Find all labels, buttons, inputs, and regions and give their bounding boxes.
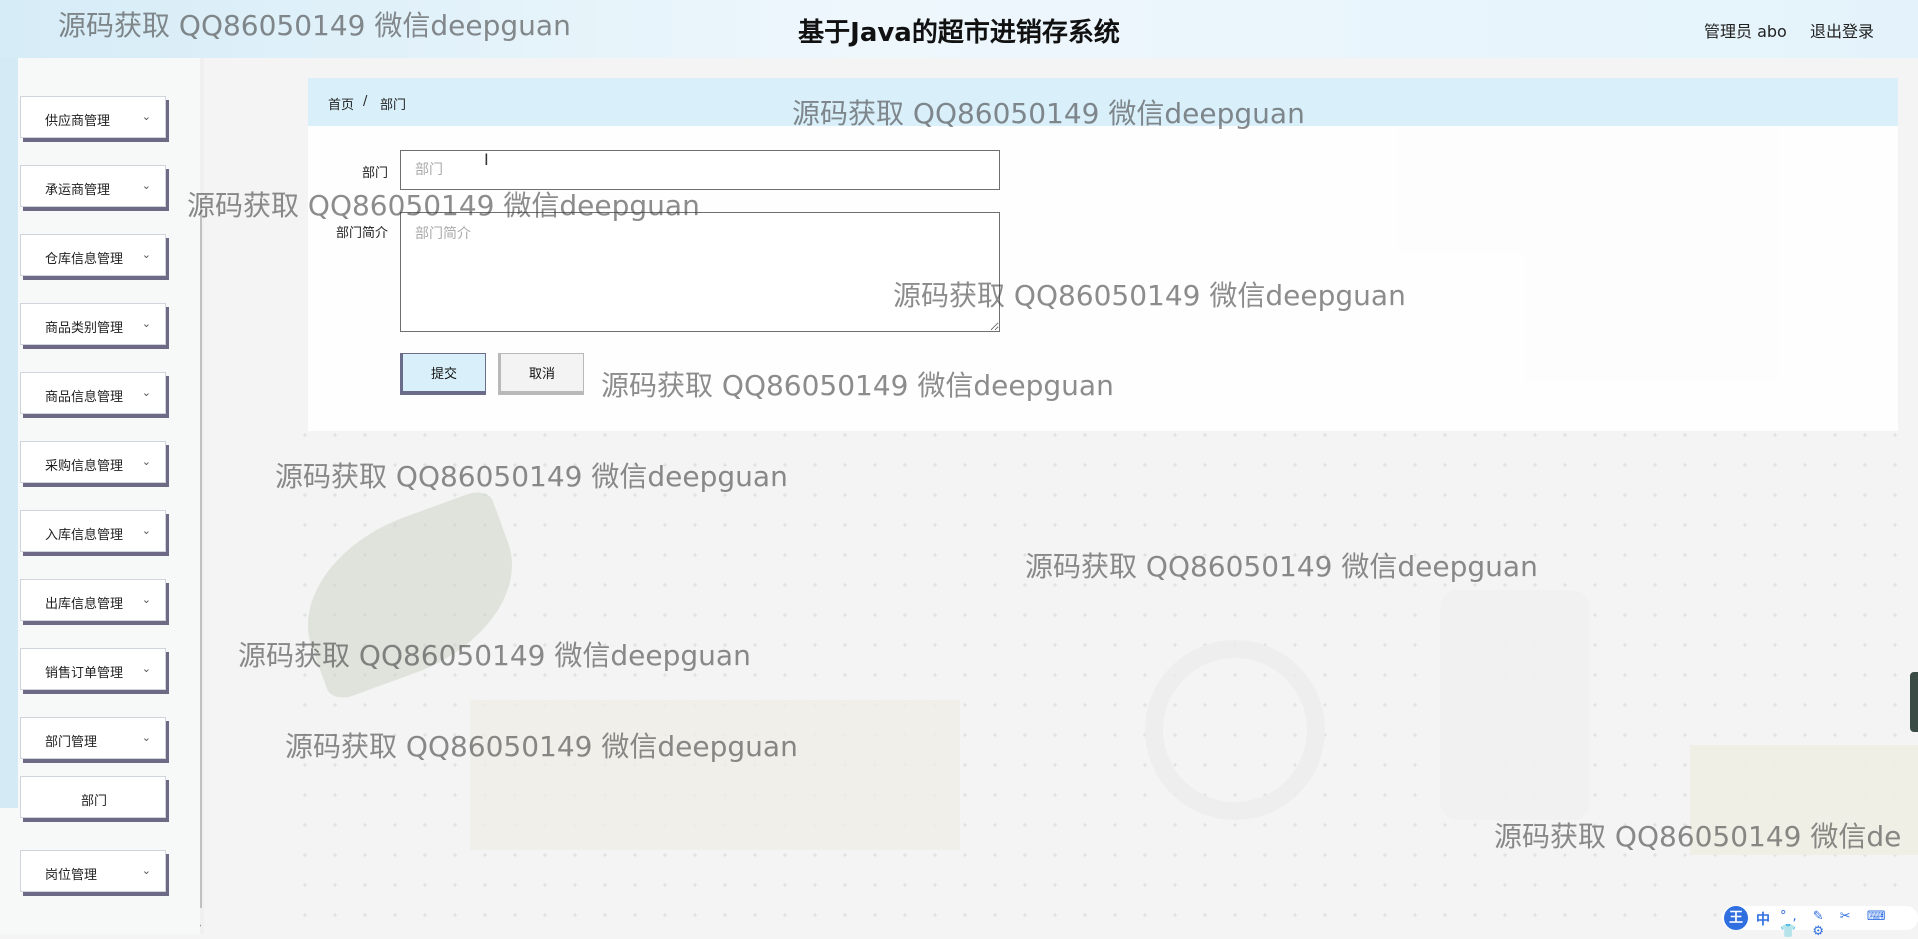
sidebar-item-carrier[interactable]: 承运商管理 ⌄ [20, 165, 166, 207]
sidebar-item-label: 部门管理 [45, 735, 98, 750]
sidebar-accent-strip [0, 58, 18, 808]
top-header: 基于Java的超市进销存系统 管理员 abo 退出登录 [0, 0, 1918, 58]
sidebar-item-supplier[interactable]: 供应商管理 ⌄ [20, 96, 166, 138]
ring-decoration [1145, 640, 1325, 820]
current-user-label: 管理员 abo [1704, 22, 1787, 41]
sidebar-item-warehouse[interactable]: 仓库信息管理 ⌄ [20, 234, 166, 276]
chevron-down-icon: ⌄ [141, 593, 151, 606]
sidebar-item-department-mgmt[interactable]: 部门管理 ⌄ [20, 717, 166, 759]
text-cursor-icon: I [484, 150, 489, 169]
chevron-down-icon: ⌄ [141, 864, 151, 877]
sidebar-item-label: 入库信息管理 [45, 528, 124, 543]
chevron-down-icon: ⌄ [141, 110, 151, 123]
block-decoration [1690, 745, 1918, 855]
breadcrumb-current: 部门 [380, 98, 407, 113]
sidebar-subitem-label: 部门 [80, 794, 107, 809]
sidebar: 供应商管理 ⌄ 承运商管理 ⌄ 仓库信息管理 ⌄ 商品类别管理 ⌄ 商品信息管理… [0, 34, 200, 934]
logout-link[interactable]: 退出登录 [1810, 18, 1874, 42]
breadcrumb: 首页 / 部门 [308, 78, 1898, 126]
ime-toolbar[interactable]: 王 中 °, ✎ ✂ ⌨ 👕 ⚙ [1722, 906, 1918, 939]
sidebar-item-label: 商品类别管理 [45, 321, 124, 336]
sidebar-item-label: 承运商管理 [45, 183, 111, 198]
breadcrumb-home[interactable]: 首页 [328, 94, 354, 113]
sidebar-item-label: 出库信息管理 [45, 597, 124, 612]
department-intro-label: 部门简介 [335, 226, 388, 241]
department-intro-textarea[interactable] [400, 212, 1000, 332]
department-field-label: 部门 [361, 166, 388, 181]
sidebar-item-sales-order[interactable]: 销售订单管理 ⌄ [20, 648, 166, 690]
sidebar-item-label: 岗位管理 [45, 868, 98, 883]
chevron-down-icon: ⌄ [141, 731, 151, 744]
cylinder-decoration [1440, 590, 1590, 820]
chevron-down-icon: ⌄ [141, 662, 151, 675]
sidebar-item-product-info[interactable]: 商品信息管理 ⌄ [20, 372, 166, 414]
sidebar-item-purchase[interactable]: 采购信息管理 ⌄ [20, 441, 166, 483]
ime-logo-icon[interactable]: 王 [1724, 906, 1748, 930]
department-form: 部门 I 部门简介 提交 取消 [308, 126, 1898, 431]
chevron-down-icon: ⌄ [141, 248, 151, 261]
sidebar-item-label: 销售订单管理 [45, 666, 124, 681]
chevron-down-icon: ⌄ [141, 455, 151, 468]
cancel-button[interactable]: 取消 [498, 353, 584, 395]
ime-mode-toggle[interactable]: 中 [1756, 909, 1770, 929]
sidebar-item-stock-in[interactable]: 入库信息管理 ⌄ [20, 510, 166, 552]
floating-side-tab[interactable] [1910, 672, 1918, 732]
sidebar-item-label: 商品信息管理 [45, 390, 124, 405]
sidebar-item-label: 采购信息管理 [45, 459, 124, 474]
sidebar-subitem-department[interactable]: 部门 [20, 776, 166, 818]
sidebar-item-label: 供应商管理 [45, 114, 111, 129]
sidebar-item-product-category[interactable]: 商品类别管理 ⌄ [20, 303, 166, 345]
dotted-background [290, 420, 1918, 934]
sidebar-item-position-mgmt[interactable]: 岗位管理 ⌄ [20, 850, 166, 892]
sidebar-item-stock-out[interactable]: 出库信息管理 ⌄ [20, 579, 166, 621]
submit-button[interactable]: 提交 [400, 353, 486, 395]
ime-tools-icons[interactable]: °, ✎ ✂ ⌨ 👕 ⚙ [1780, 909, 1918, 939]
chevron-down-icon: ⌄ [141, 386, 151, 399]
chevron-down-icon: ⌄ [141, 179, 151, 192]
sidebar-item-label: 仓库信息管理 [45, 252, 124, 267]
department-input[interactable] [400, 150, 1000, 190]
app-title: 基于Java的超市进销存系统 [798, 18, 1120, 48]
breadcrumb-separator: / [363, 94, 368, 109]
chevron-down-icon: ⌄ [141, 317, 151, 330]
chevron-down-icon: ⌄ [141, 524, 151, 537]
pedestal-decoration [470, 700, 960, 850]
